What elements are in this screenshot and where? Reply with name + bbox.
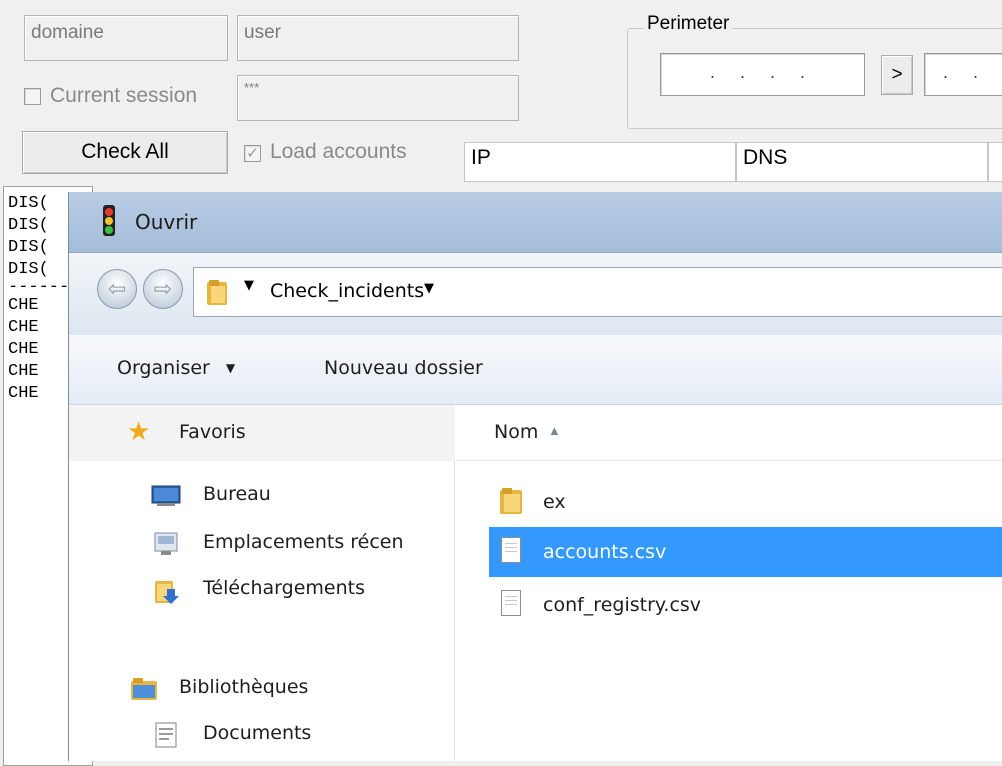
recent-places-icon <box>154 532 178 555</box>
back-button[interactable]: ⇦ <box>97 269 137 309</box>
column-header-name[interactable]: Nom <box>494 421 538 443</box>
column-header-dns[interactable]: DNS <box>736 142 988 182</box>
current-session-checkbox[interactable] <box>24 88 41 105</box>
desktop-icon <box>151 485 181 506</box>
libraries-icon <box>131 678 157 700</box>
forward-button[interactable]: ⇨ <box>143 269 183 309</box>
ip-end-input[interactable]: . . <box>924 53 1002 96</box>
load-accounts-label: Load accounts <box>270 140 407 163</box>
nav-item-label: Emplacements récen <box>203 531 404 553</box>
nav-libraries-row[interactable]: Bibliothèques <box>127 673 447 707</box>
command-bar: Organiser ▼ Nouveau dossier <box>69 335 1002 405</box>
file-name: accounts.csv <box>543 541 667 563</box>
nav-favorites-row[interactable]: ★ Favoris <box>69 405 455 461</box>
user-input[interactable]: user <box>237 15 519 61</box>
sort-ascending-icon: ▲ <box>548 423 561 438</box>
perimeter-next-button[interactable]: > <box>881 55 913 95</box>
file-row-ex[interactable]: ex <box>489 477 1002 525</box>
column-header-extra[interactable] <box>988 142 1002 182</box>
nav-item-documents[interactable]: Documents <box>147 719 447 753</box>
breadcrumb-chevron-icon[interactable]: ▼ <box>244 278 254 293</box>
organize-label: Organiser <box>117 357 210 379</box>
dialog-title-bar[interactable]: Ouvrir <box>69 192 1002 253</box>
file-row-conf-registry-csv[interactable]: conf_registry.csv <box>489 580 1002 630</box>
forward-arrow-icon: ⇨ <box>153 276 173 301</box>
open-file-dialog: Ouvrir ⇦ ⇨ ▼ Check_incidents ▼ Organiser… <box>68 192 1002 761</box>
navigation-pane[interactable]: ★ Favoris Bureau Emplacements récen Télé… <box>69 405 455 761</box>
folder-icon <box>207 280 227 305</box>
nav-item-label: Téléchargements <box>203 577 365 599</box>
folder-icon <box>500 488 522 514</box>
star-icon: ★ <box>127 416 151 446</box>
nav-item-bureau[interactable]: Bureau <box>147 481 447 513</box>
organize-menu[interactable]: Organiser ▼ <box>117 357 235 379</box>
breadcrumb-folder[interactable]: Check_incidents <box>270 280 424 302</box>
breadcrumb[interactable]: ▼ Check_incidents ▼ <box>193 267 1002 317</box>
csv-file-icon <box>501 537 521 563</box>
file-name: conf_registry.csv <box>543 594 702 616</box>
check-all-button[interactable]: Check All <box>22 131 228 174</box>
current-session-label: Current session <box>50 84 198 107</box>
dialog-title: Ouvrir <box>135 210 198 234</box>
perimeter-title: Perimeter <box>644 13 733 35</box>
new-folder-button[interactable]: Nouveau dossier <box>324 357 483 379</box>
downloads-icon <box>155 581 179 604</box>
column-header-ip[interactable]: IP <box>464 142 736 182</box>
file-row-accounts-csv[interactable]: accounts.csv <box>489 527 1002 577</box>
traffic-light-icon <box>103 205 115 236</box>
load-accounts-checkbox[interactable]: ✓ <box>244 145 261 162</box>
ip-start-input[interactable]: . . . . <box>660 53 865 96</box>
nav-item-downloads[interactable]: Téléchargements <box>147 575 447 609</box>
nav-favorites-header: Favoris <box>179 421 246 443</box>
chevron-down-icon: ▼ <box>225 361 236 375</box>
back-arrow-icon: ⇦ <box>107 276 127 301</box>
file-name: ex <box>543 491 566 513</box>
file-list-header[interactable]: Nom ▲ <box>456 405 1002 461</box>
domain-input[interactable]: domaine <box>24 15 228 61</box>
nav-item-label: Bureau <box>203 483 271 505</box>
breadcrumb-dropdown-icon[interactable]: ▼ <box>424 281 434 296</box>
nav-item-label: Documents <box>203 722 312 744</box>
documents-icon <box>155 722 177 748</box>
nav-libraries-header: Bibliothèques <box>179 676 309 698</box>
password-input[interactable]: *** <box>237 75 519 121</box>
nav-item-recent-places[interactable]: Emplacements récen <box>147 529 455 561</box>
address-bar-row: ⇦ ⇨ ▼ Check_incidents ▼ <box>69 253 1002 335</box>
csv-file-icon <box>501 590 521 616</box>
